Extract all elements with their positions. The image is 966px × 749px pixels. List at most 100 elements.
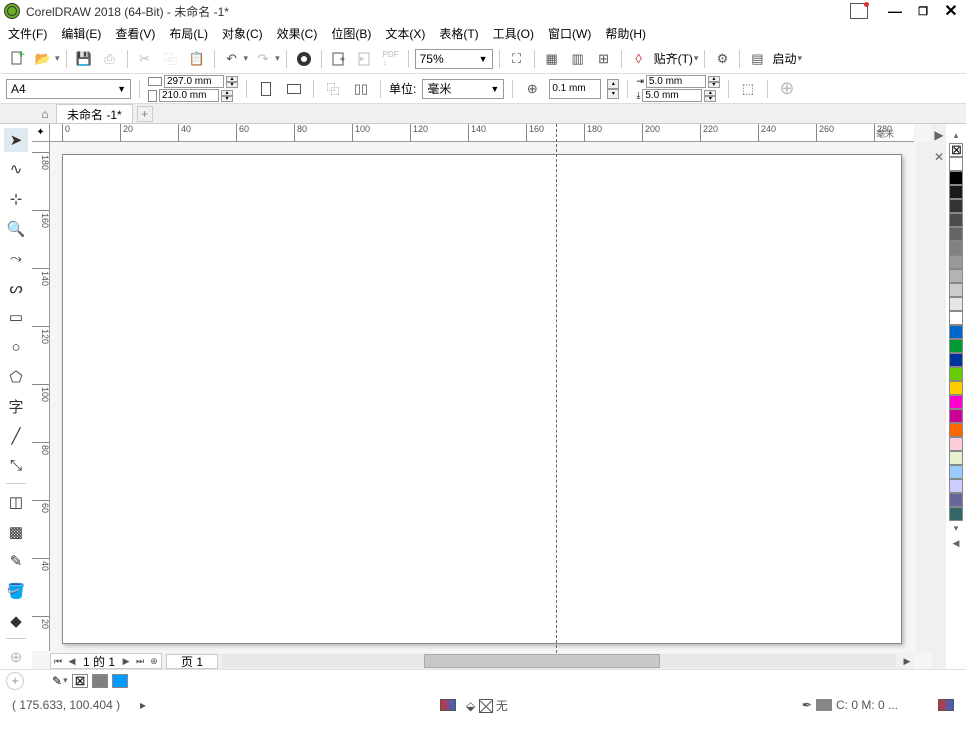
dup-x-input[interactable]: 5.0 mm bbox=[646, 75, 706, 88]
no-fill-icon[interactable] bbox=[479, 699, 493, 713]
first-page-button[interactable]: ⏮ bbox=[51, 654, 65, 668]
horizontal-scrollbar[interactable] bbox=[222, 654, 896, 668]
page-canvas[interactable] bbox=[62, 154, 902, 644]
shape-tool[interactable]: ∿ bbox=[4, 158, 28, 182]
eyedropper-tool[interactable]: ✎ bbox=[4, 550, 28, 574]
color-swatch[interactable] bbox=[949, 297, 963, 311]
guides-button[interactable]: ⊞ bbox=[593, 48, 615, 70]
landscape-button[interactable] bbox=[283, 78, 305, 100]
color-swatch[interactable] bbox=[949, 185, 963, 199]
color-swatch[interactable] bbox=[949, 339, 963, 353]
menu-view[interactable]: 查看(V) bbox=[115, 25, 155, 42]
color-swatch[interactable] bbox=[949, 311, 963, 325]
grid-button[interactable]: ▥ bbox=[567, 48, 589, 70]
spin-up-icon[interactable]: ▴ bbox=[607, 79, 619, 89]
canvas-area[interactable]: ✦ 毫米020406080100120140160180200220240260… bbox=[32, 124, 932, 669]
portrait-button[interactable] bbox=[255, 78, 277, 100]
chevron-down-icon[interactable]: ▼ bbox=[479, 54, 488, 64]
import-button[interactable] bbox=[328, 48, 350, 70]
menu-window[interactable]: 窗口(W) bbox=[548, 25, 591, 42]
menu-text[interactable]: 文本(X) bbox=[385, 25, 425, 42]
connector-tool[interactable]: ⤡ bbox=[4, 454, 28, 478]
add-tool-button[interactable]: ⊕ bbox=[4, 645, 28, 669]
add-page-button[interactable]: ⊕ bbox=[147, 654, 161, 668]
close-button[interactable]: ✕ bbox=[940, 2, 962, 20]
color-swatch[interactable] bbox=[949, 423, 963, 437]
menu-file[interactable]: 文件(F) bbox=[8, 25, 47, 42]
options-button[interactable]: ⚙ bbox=[711, 48, 733, 70]
maximize-button[interactable]: ❐ bbox=[912, 2, 934, 20]
paper-size-combo[interactable]: A4▼ bbox=[6, 79, 131, 99]
spin-down-icon[interactable]: ▾ bbox=[226, 82, 238, 88]
open-button[interactable]: 📂 bbox=[32, 48, 54, 70]
menu-edit[interactable]: 编辑(E) bbox=[61, 25, 101, 42]
palette-flyout-icon[interactable]: ◀ bbox=[953, 538, 960, 549]
color-swatch[interactable] bbox=[949, 353, 963, 367]
color-swatch[interactable] bbox=[949, 325, 963, 339]
undo-button[interactable]: ↶ bbox=[221, 48, 243, 70]
redo-dropdown-icon[interactable]: ▾ bbox=[275, 53, 280, 64]
print-button[interactable]: ⎙ bbox=[99, 48, 121, 70]
vertical-scrollbar[interactable] bbox=[916, 142, 932, 653]
flyout-arrow-icon[interactable]: ▶ bbox=[934, 128, 943, 142]
treat-as-filled-button[interactable]: ⬚ bbox=[737, 78, 759, 100]
prev-page-button[interactable]: ◀ bbox=[65, 654, 79, 668]
menu-table[interactable]: 表格(T) bbox=[439, 25, 478, 42]
outline-pen-status-icon[interactable]: ✒ bbox=[802, 698, 812, 712]
horizontal-ruler[interactable]: 毫米02040608010012014016018020022024026028… bbox=[50, 124, 914, 142]
menu-effects[interactable]: 效果(C) bbox=[277, 25, 318, 42]
pick-tool[interactable]: ➤ bbox=[4, 128, 28, 152]
spin-down-icon[interactable]: ▾ bbox=[221, 96, 233, 102]
zoom-tool[interactable]: 🔍 bbox=[4, 217, 28, 241]
color-swatch[interactable] bbox=[949, 157, 963, 171]
fullscreen-button[interactable]: ⛶ bbox=[506, 48, 528, 70]
scroll-thumb[interactable] bbox=[424, 654, 660, 668]
chevron-down-icon[interactable]: ▼ bbox=[490, 84, 499, 94]
vertical-ruler[interactable]: 18016014012010080604020 bbox=[32, 142, 50, 651]
freehand-tool[interactable]: ⤳ bbox=[4, 246, 28, 270]
spin-down-icon[interactable]: ▾ bbox=[704, 96, 716, 102]
launch-label[interactable]: 启动 bbox=[772, 50, 796, 67]
rulers-button[interactable]: ▦ bbox=[541, 48, 563, 70]
flyout-close-icon[interactable]: ✕ bbox=[934, 150, 944, 164]
chevron-down-icon[interactable]: ▼ bbox=[117, 84, 126, 94]
launch-dropdown-icon[interactable]: ▾ bbox=[797, 53, 802, 64]
new-tab-button[interactable]: + bbox=[137, 106, 153, 122]
page-tab[interactable]: 页 1 bbox=[166, 654, 218, 669]
color-swatch[interactable] bbox=[949, 493, 963, 507]
color-swatch[interactable] bbox=[949, 213, 963, 227]
drop-shadow-tool[interactable]: ◫ bbox=[4, 490, 28, 514]
dup-y-input[interactable]: 5.0 mm bbox=[642, 89, 702, 102]
snap-icon[interactable]: ◊ bbox=[628, 48, 650, 70]
crop-tool[interactable]: ⊹ bbox=[4, 187, 28, 211]
scroll-right-button[interactable]: ▶ bbox=[900, 654, 914, 668]
rectangle-tool[interactable]: ▭ bbox=[4, 306, 28, 330]
document-tab[interactable]: 未命名 -1* bbox=[56, 104, 133, 123]
spin-down-icon[interactable]: ▾ bbox=[607, 89, 619, 99]
color-swatch[interactable] bbox=[949, 367, 963, 381]
menu-layout[interactable]: 布局(L) bbox=[169, 25, 208, 42]
no-fill-swatch[interactable]: ⊠ bbox=[72, 674, 88, 688]
color-swatch[interactable] bbox=[949, 283, 963, 297]
fill-bucket-icon[interactable]: ⬙ bbox=[466, 699, 475, 713]
polygon-tool[interactable]: ⬠ bbox=[4, 365, 28, 389]
color-swatch[interactable] bbox=[949, 241, 963, 255]
minimize-button[interactable]: — bbox=[884, 2, 906, 20]
home-icon[interactable]: ⌂ bbox=[36, 105, 54, 123]
color-swatch[interactable] bbox=[949, 227, 963, 241]
last-page-button[interactable]: ⏭ bbox=[133, 654, 147, 668]
color-swatch[interactable] bbox=[949, 255, 963, 269]
color-swatch[interactable] bbox=[949, 269, 963, 283]
current-page-button[interactable]: ▯▯ bbox=[350, 78, 372, 100]
color-swatch[interactable] bbox=[949, 451, 963, 465]
zoom-combo[interactable]: ▼ bbox=[415, 49, 493, 69]
artistic-media-tool[interactable]: ᔕ bbox=[4, 276, 28, 300]
palette-down-icon[interactable]: ▾ bbox=[954, 523, 959, 534]
save-button[interactable]: 💾 bbox=[73, 48, 95, 70]
page-height-input[interactable]: 210.0 mm bbox=[159, 89, 219, 102]
color-swatch[interactable] bbox=[949, 465, 963, 479]
smart-fill-tool[interactable]: ◆ bbox=[4, 609, 28, 633]
fill-swatch-blue[interactable] bbox=[112, 674, 128, 688]
color-swatch[interactable] bbox=[949, 479, 963, 493]
color-swatch[interactable] bbox=[949, 409, 963, 423]
